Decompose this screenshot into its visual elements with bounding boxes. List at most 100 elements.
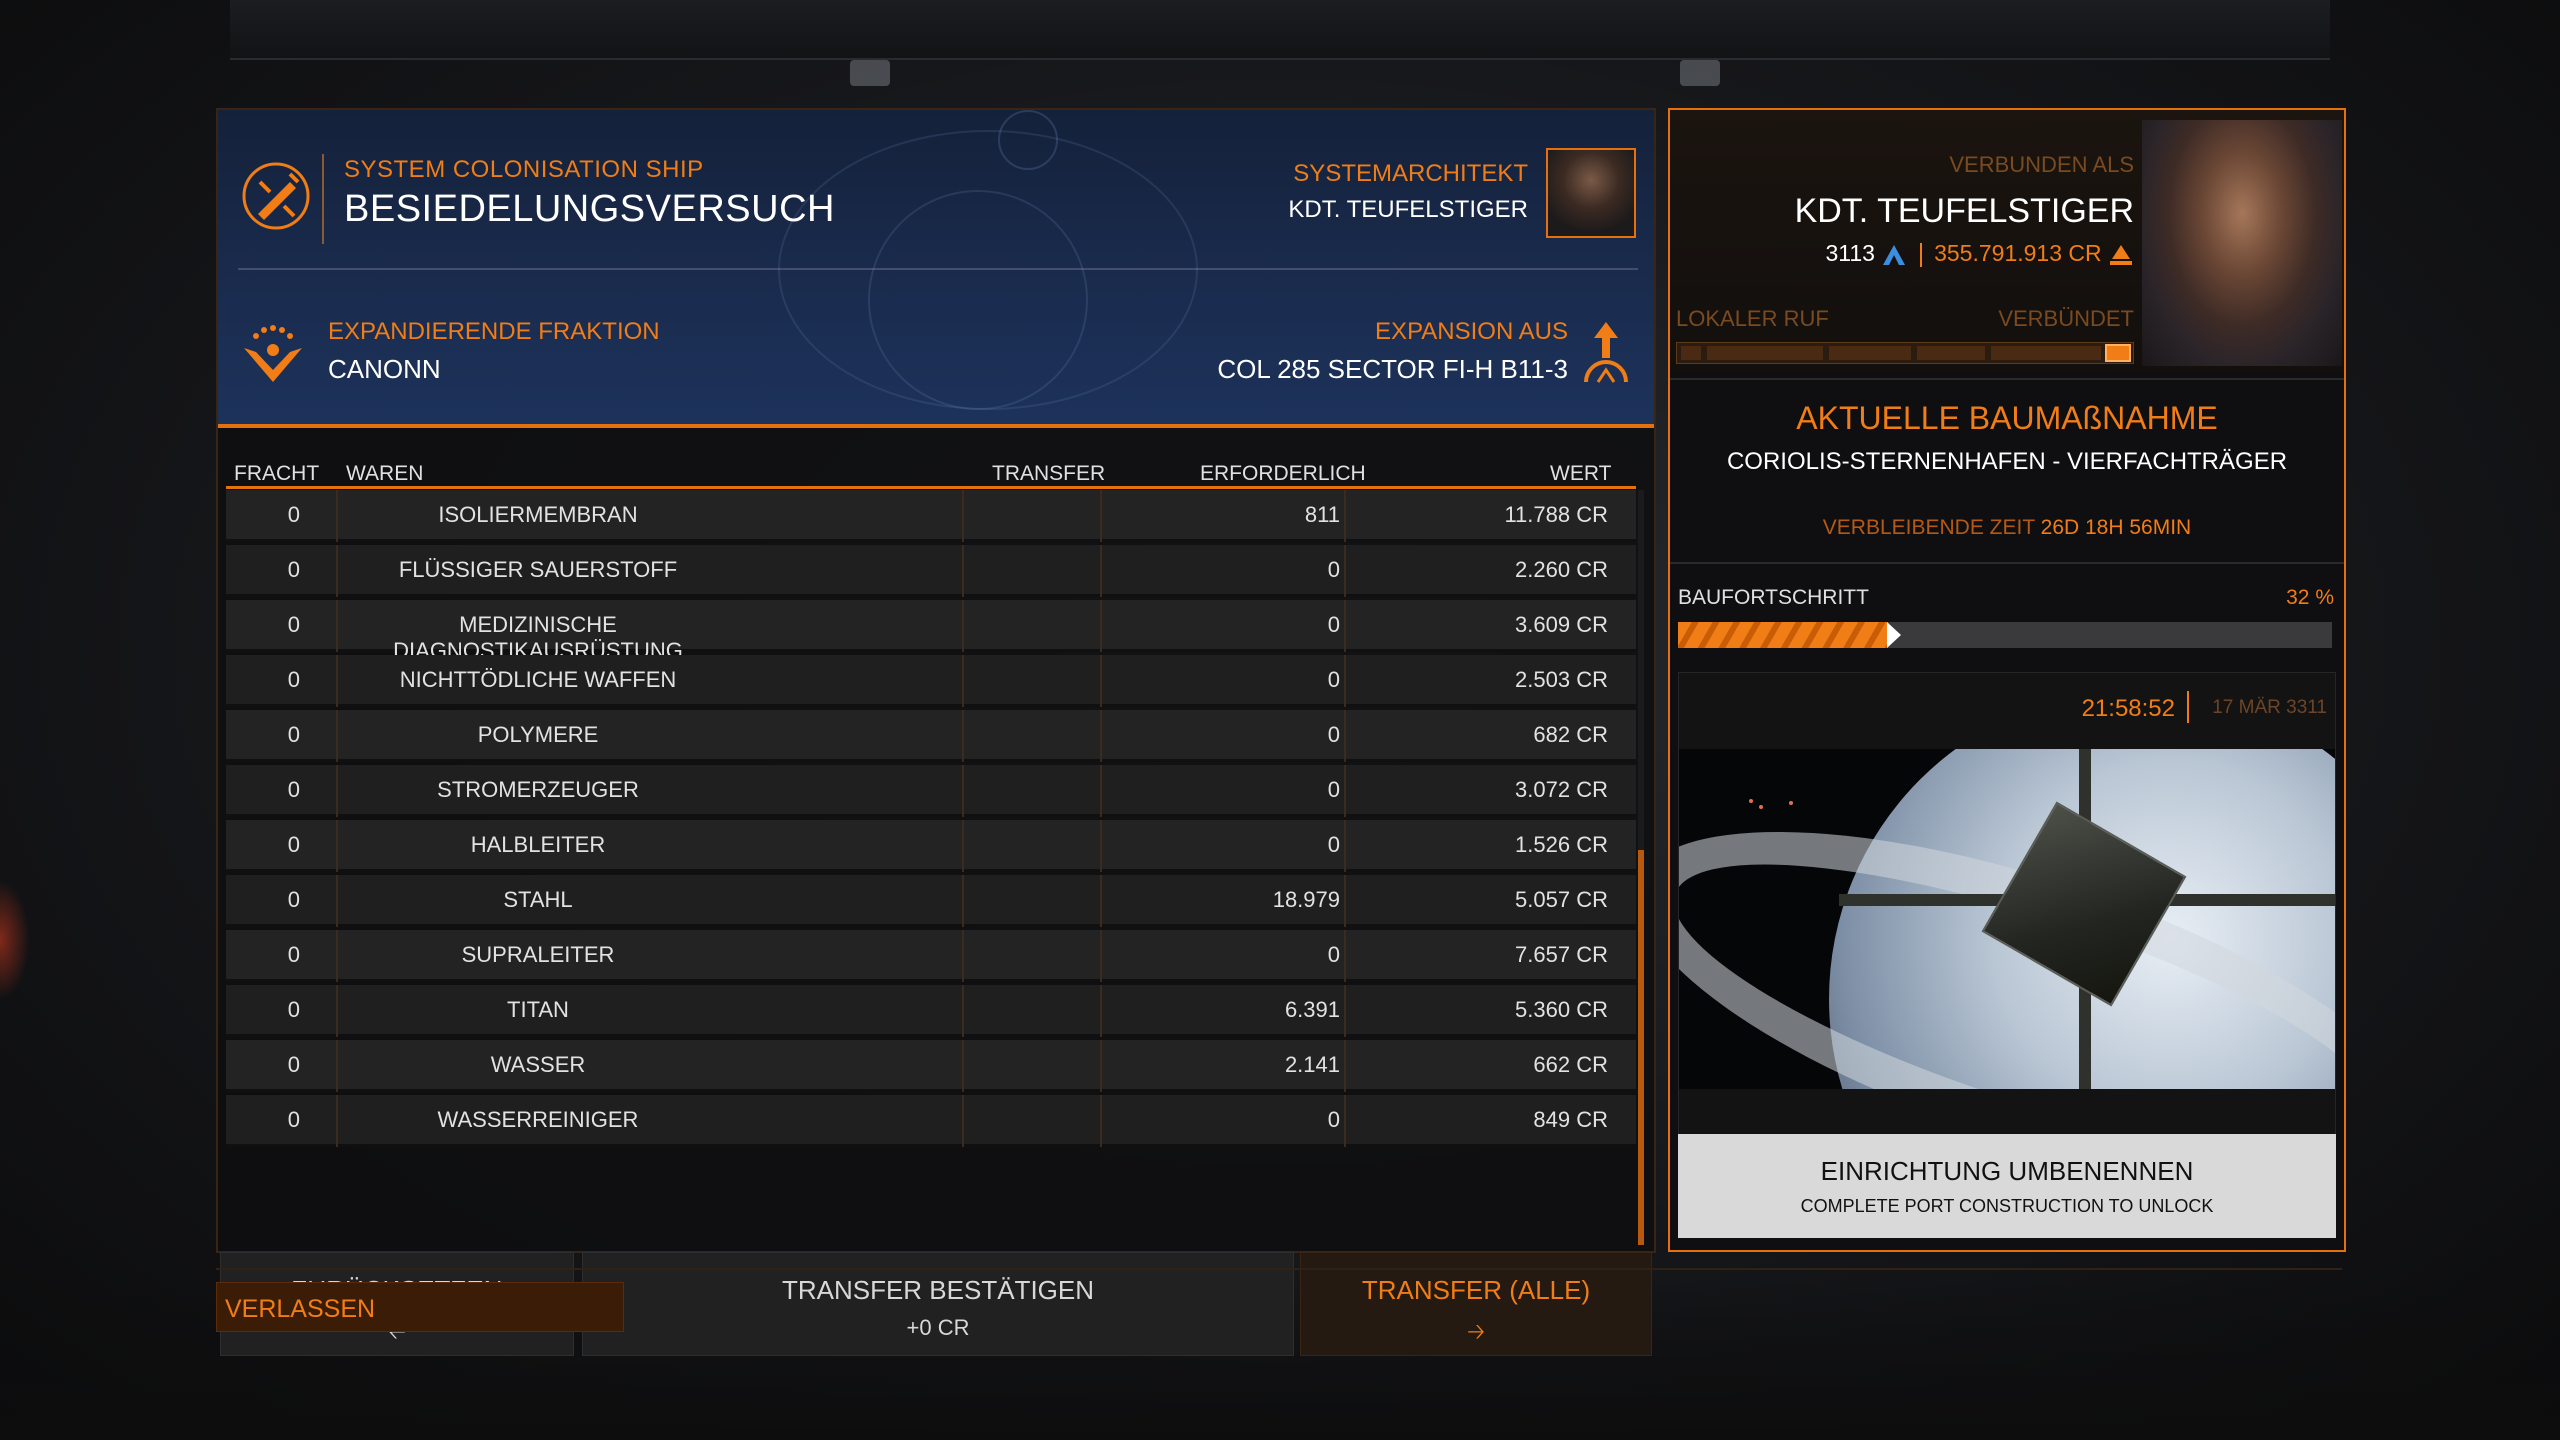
cell-cargo: 0 bbox=[287, 502, 300, 527]
reputation-segment bbox=[1991, 346, 2101, 360]
cell-value: 682 CR bbox=[1533, 722, 1608, 747]
stats-separator bbox=[1919, 242, 1922, 267]
table-row[interactable]: 0 SUPRALEITER 0 7.657 CR bbox=[226, 930, 1636, 982]
table-row[interactable]: 0 WASSERREINIGER 0 849 CR bbox=[226, 1095, 1636, 1147]
construction-panel: VERBUNDEN ALS KDT. TEUFELSTIGER 3113 355… bbox=[1668, 108, 2346, 1252]
table-row[interactable]: 0 NICHTTÖDLICHE WAFFEN 0 2.503 CR bbox=[226, 655, 1636, 707]
cell-commodity: FLÜSSIGER SAUERSTOFF bbox=[398, 557, 678, 582]
background-glow bbox=[0, 880, 30, 1000]
colonisation-panel: SYSTEM COLONISATION SHIP BESIEDELUNGSVER… bbox=[216, 108, 1656, 1356]
table-row[interactable]: 0 TITAN 6.391 5.360 CR bbox=[226, 985, 1636, 1037]
cell-separator bbox=[1344, 875, 1346, 927]
cell-separator bbox=[1100, 875, 1102, 927]
header-decoration bbox=[868, 190, 1088, 410]
local-reputation-label: LOKALER RUF bbox=[1676, 306, 1829, 331]
table-row[interactable]: 0 STROMERZEUGER 0 3.072 CR bbox=[226, 765, 1636, 817]
arrow-right-icon: 🡢 bbox=[1467, 1319, 1485, 1344]
column-header-commodity: WAREN bbox=[346, 462, 424, 485]
cell-separator bbox=[1344, 985, 1346, 1037]
faction-label: EXPANDIERENDE FRAKTION bbox=[328, 318, 660, 345]
colonisation-ship-icon bbox=[242, 162, 310, 230]
cell-separator bbox=[962, 545, 964, 597]
cell-separator bbox=[1344, 600, 1346, 652]
table-row[interactable]: 0 WASSER 2.141 662 CR bbox=[226, 1040, 1636, 1092]
transfer-all-label: TRANSFER (ALLE) bbox=[1361, 1275, 1591, 1305]
cell-value: 1.526 CR bbox=[1515, 832, 1608, 857]
expansion-label: EXPANSION AUS bbox=[1375, 318, 1568, 345]
architect-label: SYSTEMARCHITEKT bbox=[1293, 160, 1528, 187]
table-row[interactable]: 0 FLÜSSIGER SAUERSTOFF 0 2.260 CR bbox=[226, 545, 1636, 597]
cell-cargo: 0 bbox=[287, 777, 300, 802]
cell-separator bbox=[1100, 820, 1102, 872]
cell-separator bbox=[1344, 765, 1346, 817]
cell-separator bbox=[962, 765, 964, 817]
cell-cargo: 0 bbox=[287, 1052, 300, 1077]
cell-separator bbox=[1100, 600, 1102, 652]
table-scrollbar-thumb[interactable] bbox=[1638, 850, 1644, 1245]
cell-value: 5.360 CR bbox=[1515, 997, 1608, 1022]
cell-separator bbox=[962, 1095, 964, 1147]
ship-subtitle: SYSTEM COLONISATION SHIP bbox=[344, 156, 704, 183]
rename-facility-button[interactable]: EINRICHTUNG UMBENENNEN COMPLETE PORT CON… bbox=[1678, 1134, 2336, 1238]
cell-required: 2.141 bbox=[1284, 1052, 1340, 1077]
cell-value: 7.657 CR bbox=[1515, 942, 1608, 967]
cell-commodity: SUPRALEITER bbox=[461, 942, 615, 967]
cell-cargo: 0 bbox=[287, 1107, 300, 1132]
cell-separator bbox=[962, 875, 964, 927]
cell-separator bbox=[1344, 545, 1346, 597]
connected-as-label: VERBUNDEN ALS bbox=[1949, 152, 2134, 177]
cell-separator bbox=[962, 490, 964, 542]
cell-separator bbox=[962, 1040, 964, 1092]
cell-cargo: 0 bbox=[287, 942, 300, 967]
commander-name: KDT. TEUFELSTIGER bbox=[1794, 192, 2134, 230]
bottom-divider bbox=[216, 1268, 2342, 1270]
section-divider bbox=[1670, 562, 2344, 564]
cell-separator bbox=[962, 930, 964, 982]
cell-separator bbox=[1100, 985, 1102, 1037]
cell-separator bbox=[962, 710, 964, 762]
cell-required: 0 bbox=[1327, 942, 1340, 967]
cell-value: 5.057 CR bbox=[1515, 887, 1608, 912]
remaining-time-value: 26D 18H 56MIN bbox=[2040, 516, 2192, 539]
cell-value: 3.072 CR bbox=[1515, 777, 1608, 802]
cell-required: 0 bbox=[1327, 1107, 1340, 1132]
cell-separator bbox=[962, 820, 964, 872]
leave-button-label: VERLASSEN bbox=[225, 1295, 376, 1323]
cell-commodity: NICHTTÖDLICHE WAFFEN bbox=[399, 667, 677, 692]
cell-commodity: HALBLEITER bbox=[470, 832, 606, 857]
cell-value: 662 CR bbox=[1533, 1052, 1608, 1077]
cell-required: 0 bbox=[1327, 667, 1340, 692]
cell-required: 0 bbox=[1327, 832, 1340, 857]
cell-value: 3.609 CR bbox=[1515, 612, 1608, 637]
confirm-transfer-amount: +0 CR bbox=[906, 1315, 970, 1340]
table-row[interactable]: 0 STAHL 18.979 5.057 CR bbox=[226, 875, 1636, 927]
table-row[interactable]: 0 ISOLIERMEMBRAN 811 11.788 CR bbox=[226, 490, 1636, 542]
rename-facility-hint: COMPLETE PORT CONSTRUCTION TO UNLOCK bbox=[1800, 1196, 2214, 1216]
cell-separator bbox=[1100, 930, 1102, 982]
star bbox=[1749, 799, 1753, 803]
reputation-status: VERBÜNDET bbox=[1998, 306, 2134, 331]
reputation-marker bbox=[2105, 344, 2131, 362]
commander-stats: 3113 355.791.913 CR bbox=[1825, 240, 2134, 267]
cell-commodity: WASSERREINIGER bbox=[437, 1107, 639, 1132]
progress-percent: 32 % bbox=[2286, 586, 2334, 609]
cell-separator bbox=[1100, 1040, 1102, 1092]
cell-commodity: WASSER bbox=[490, 1052, 586, 1077]
commander-info: VERBUNDEN ALS KDT. TEUFELSTIGER 3113 355… bbox=[1670, 110, 2344, 372]
commander-credits: 355.791.913 CR bbox=[1934, 240, 2102, 266]
progress-fill bbox=[1678, 622, 1887, 648]
table-row[interactable]: 0 HALBLEITER 0 1.526 CR bbox=[226, 820, 1636, 872]
table-row[interactable]: 0 MEDIZINISCHE DIAGNOSTIKAUSRÜSTUNG 0 3.609… bbox=[226, 600, 1636, 663]
ceiling-light bbox=[850, 60, 890, 86]
cell-commodity: STROMERZEUGER bbox=[437, 777, 639, 802]
cell-separator bbox=[1344, 655, 1346, 707]
column-header-cargo: FRACHT bbox=[234, 462, 320, 485]
cell-commodity: TITAN bbox=[507, 997, 569, 1022]
cell-commodity: STAHL bbox=[503, 887, 573, 912]
leave-button[interactable]: VERLASSEN bbox=[216, 1282, 624, 1332]
cell-value: 11.788 CR bbox=[1504, 502, 1608, 527]
cell-required: 18.979 bbox=[1272, 887, 1340, 912]
table-row[interactable]: 0 POLYMERE 0 682 CR bbox=[226, 710, 1636, 762]
cell-required: 0 bbox=[1327, 777, 1340, 802]
expansion-system: COL 285 SECTOR FI-H B11-3 bbox=[1217, 354, 1568, 384]
